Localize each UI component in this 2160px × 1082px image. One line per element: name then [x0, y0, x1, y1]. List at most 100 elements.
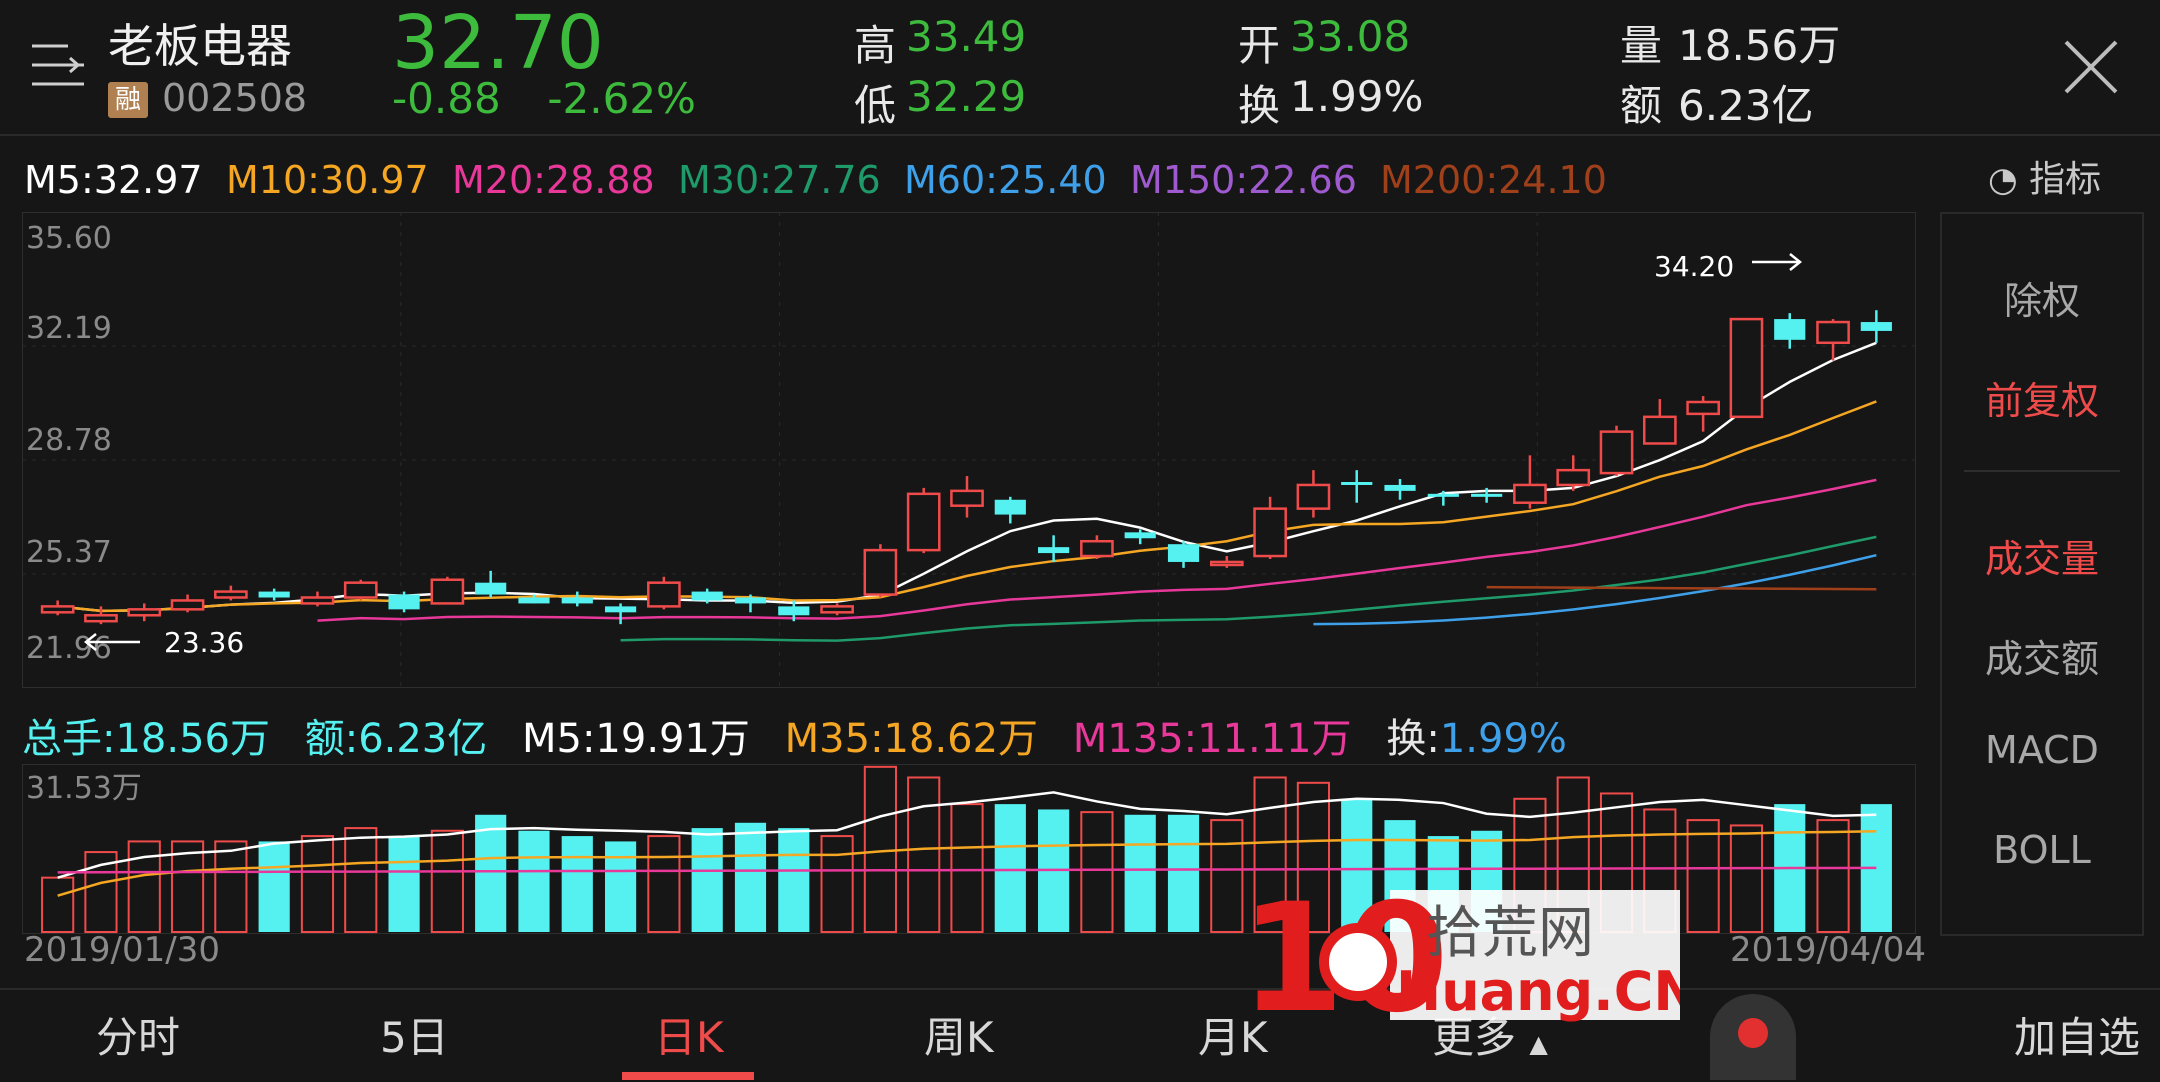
caret-up-icon: ▲ — [1529, 1030, 1548, 1058]
volume-turnover-label: 换: — [1386, 716, 1440, 762]
record-dot-icon — [1738, 1018, 1768, 1048]
candle-body — [127, 608, 162, 617]
volume-bar — [344, 827, 378, 933]
candle-body — [691, 591, 723, 601]
volume-bar — [778, 828, 810, 932]
gauge-icon: ◔ — [1988, 160, 2018, 200]
side-item-boll[interactable]: BOLL — [1942, 828, 2142, 872]
candle-body — [1296, 483, 1331, 510]
high-value: 33.49 — [906, 12, 1027, 61]
side-item-macd[interactable]: MACD — [1942, 728, 2142, 772]
candle-body — [1816, 320, 1850, 345]
volume-bar — [430, 829, 464, 933]
y-tick-label: 21.96 — [26, 631, 112, 666]
candle-body — [1167, 544, 1200, 562]
candle-body — [647, 581, 681, 608]
volume-bar — [1816, 819, 1850, 933]
max-arrow-icon — [1752, 253, 1803, 271]
candle-body — [300, 596, 335, 605]
candle-body — [84, 614, 118, 623]
candle-body — [1599, 430, 1634, 475]
side-item-amount[interactable]: 成交额 — [1942, 628, 2142, 683]
indicator-label: 指标 — [2029, 159, 2102, 200]
volume-value: 18.56万 — [1678, 21, 1841, 70]
volume-bar — [994, 804, 1026, 932]
volume-bar — [907, 776, 941, 933]
y-tick-label: 35.60 — [26, 221, 112, 256]
ma60-label: M60:25.40 — [904, 158, 1107, 202]
amount-label: 额 — [1620, 81, 1663, 130]
volume-bar — [1210, 819, 1244, 933]
candle-body — [430, 578, 465, 605]
candle-body — [778, 606, 810, 616]
y-tick-label: 28.78 — [26, 423, 112, 458]
turnover-label: 换 — [1238, 81, 1281, 130]
volume-amount: 额:6.23亿 — [304, 716, 488, 762]
candle-body — [1384, 484, 1416, 491]
volume-bar — [734, 822, 767, 932]
record-button[interactable] — [1710, 994, 1796, 1080]
close-icon[interactable] — [2060, 36, 2122, 98]
side-item-volume[interactable]: 成交量 — [1942, 528, 2142, 583]
candle-body — [1341, 481, 1373, 485]
volume-bar — [258, 841, 290, 932]
side-divider — [1964, 470, 2120, 472]
min-price-label: 23.36 — [164, 626, 244, 659]
amount-value: 6.23亿 — [1678, 81, 1814, 130]
volume-ymax-label: 31.53万 — [26, 771, 142, 806]
kline-chart[interactable]: 35.60 32.19 28.78 25.37 21.96 34.20 23.36 — [22, 212, 1916, 688]
add-watchlist-button[interactable]: 加自选 — [2014, 1004, 2140, 1065]
y-tick-label: 32.19 — [26, 311, 112, 346]
candle-body — [820, 605, 854, 614]
candle-body — [170, 599, 205, 611]
volume-bar — [214, 840, 248, 933]
turnover-value: 1.99% — [1290, 72, 1424, 121]
candle-body — [258, 591, 290, 598]
volume-bar — [518, 830, 550, 932]
candle-body — [1774, 319, 1806, 340]
volume-bar — [1124, 814, 1156, 932]
ma150-label: M150:22.66 — [1130, 158, 1357, 202]
y-axis-ticks: 35.60 32.19 28.78 25.37 21.96 — [26, 221, 112, 666]
tab-daily-k[interactable]: 日K — [654, 1004, 724, 1065]
volume-bar — [1686, 819, 1720, 933]
price-change: -0.88 -2.62% — [392, 74, 696, 123]
volume-bar — [604, 841, 637, 932]
volume-m35: M35:18.62万 — [784, 716, 1039, 762]
candle-body — [1686, 400, 1720, 416]
period-tabs — [0, 988, 2160, 1082]
date-end: 2019/04/04 — [1730, 930, 1926, 970]
candle-body — [343, 581, 378, 599]
y-tick-label: 25.37 — [26, 535, 112, 570]
volume-bar — [820, 835, 854, 933]
volume-turnover-value: 1.99% — [1439, 716, 1567, 762]
volume-bar — [1167, 814, 1200, 932]
tab-5day[interactable]: 5日 — [380, 1004, 449, 1065]
watermark-cn: 拾荒网 — [1426, 901, 1594, 966]
volume-bar — [1729, 824, 1764, 933]
candle-body — [40, 605, 75, 614]
indicator-button[interactable]: ◔ 指标 — [1988, 150, 2101, 202]
ma200-label: M200:24.10 — [1380, 158, 1607, 202]
candle-body — [1471, 493, 1503, 497]
low-label: 低 — [854, 81, 897, 130]
max-price-label: 34.20 — [1654, 250, 1734, 283]
volume-bar — [647, 835, 681, 933]
menu-icon[interactable] — [30, 40, 86, 90]
stock-code: 002508 — [162, 76, 308, 120]
candle-body — [1038, 547, 1070, 554]
side-item-forward-adjust[interactable]: 前复权 — [1942, 370, 2142, 425]
candle-body — [1513, 483, 1547, 504]
candle-body — [388, 594, 420, 610]
tab-intraday[interactable]: 分时 — [96, 1004, 180, 1065]
candle-body — [994, 499, 1026, 515]
candle-body — [1860, 322, 1892, 331]
volume-legend: 总手:18.56万 额:6.23亿 M5:19.91万 M35:18.62万 M… — [22, 706, 1567, 764]
tab-weekly-k[interactable]: 周K — [924, 1004, 994, 1065]
side-item-ex-rights[interactable]: 除权 — [1942, 270, 2142, 325]
candle-body — [1556, 468, 1591, 487]
open-value: 33.08 — [1290, 12, 1411, 61]
volume-bar — [388, 836, 420, 932]
margin-badge: 融 — [108, 82, 148, 118]
ma10-label: M10:30.97 — [226, 158, 429, 202]
